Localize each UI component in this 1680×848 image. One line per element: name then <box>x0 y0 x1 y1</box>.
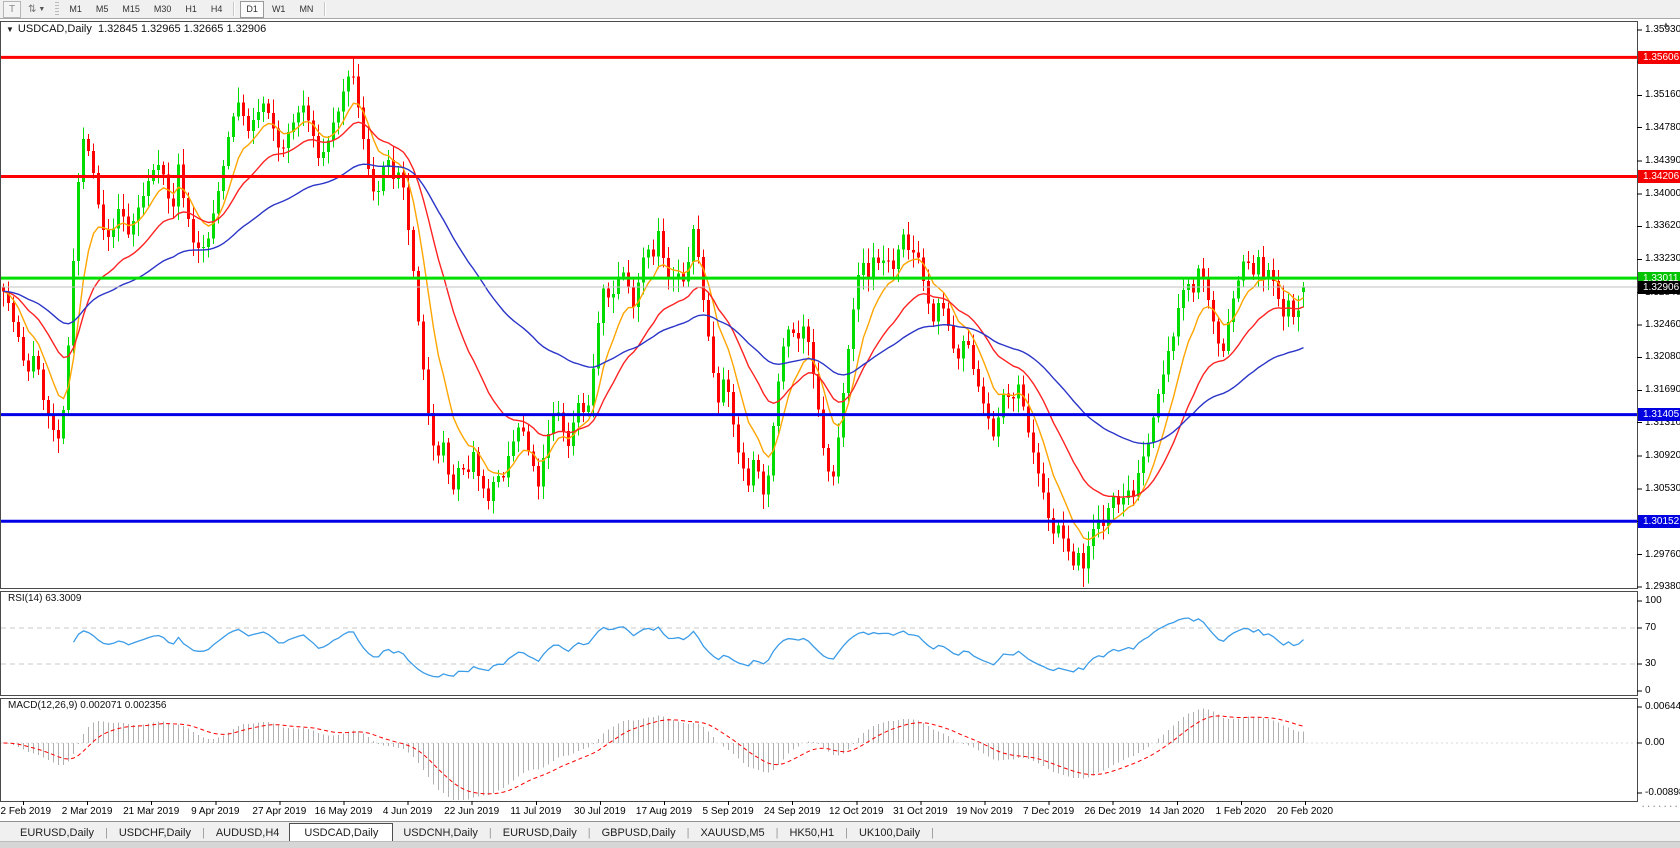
date-axis-label: 1 Feb 2020 <box>1215 806 1267 817</box>
price-axis-tick: 1.29380 <box>1645 580 1680 592</box>
price-badge-1.32906: 1.32906 <box>1638 280 1680 294</box>
price-axis-tick: 1.31690 <box>1645 384 1680 396</box>
price-axis-tick: 1.34000 <box>1645 187 1680 199</box>
tab-separator: | <box>931 827 934 839</box>
date-axis-label: 9 Apr 2019 <box>191 806 240 817</box>
chart-canvas[interactable] <box>0 0 1680 848</box>
chart-tab-eurusd-daily[interactable]: EURUSD,Daily <box>493 824 587 842</box>
scroll-up-icon[interactable]: ▲ <box>1662 20 1670 29</box>
date-axis-label: 24 Sep 2019 <box>763 806 821 817</box>
date-axis-label: 14 Jan 2020 <box>1149 806 1205 817</box>
price-axis-tick: 1.29760 <box>1645 548 1680 560</box>
chart-tab-xauusd-m5[interactable]: XAUUSD,M5 <box>690 824 774 842</box>
price-axis-tick: 1.35160 <box>1645 89 1680 101</box>
price-badge-1.35606: 1.35606 <box>1638 50 1680 64</box>
price-axis-tick: 1.34780 <box>1645 121 1680 133</box>
date-axis-label: 30 Jul 2019 <box>574 806 626 817</box>
chart-tab-eurusd-daily[interactable]: EURUSD,Daily <box>10 824 104 842</box>
date-axis-label: 27 Apr 2019 <box>252 806 307 817</box>
price-axis-tick: 1.34390 <box>1645 154 1680 166</box>
chart-tab-usdchf-daily[interactable]: USDCHF,Daily <box>109 824 201 842</box>
window-bottom-strip <box>0 841 1680 848</box>
date-axis-label: 31 Oct 2019 <box>893 806 948 817</box>
price-badge-1.30152: 1.30152 <box>1638 514 1680 528</box>
date-axis-label: 20 Feb 2020 <box>1276 806 1334 817</box>
price-badge-1.31405: 1.31405 <box>1638 408 1680 422</box>
macd-scale-label: 0.006448 <box>1645 701 1680 713</box>
chart-tab-usdcnh-daily[interactable]: USDCNH,Daily <box>393 824 488 842</box>
rsi-label: RSI(14) 63.3009 <box>8 593 82 604</box>
date-axis-label: 12 Feb 2019 <box>0 806 52 817</box>
rsi-scale-label: 70 <box>1645 622 1657 633</box>
chart-tab-audusd-h4[interactable]: AUDUSD,H4 <box>206 824 290 842</box>
macd-label: MACD(12,26,9) 0.002071 0.002356 <box>8 700 167 711</box>
terminal-window: T ⇅ ▼ M1 M5 M15 M30 H1 H4 D1 W1 MN ▼ USDCAD,Daily… <box>0 0 1680 848</box>
chart-tab-usdcad-daily[interactable]: USDCAD,Daily <box>289 823 394 842</box>
date-axis-label: 12 Oct 2019 <box>829 806 884 817</box>
price-axis-tick: 1.30920 <box>1645 449 1680 461</box>
price-axis-tick: 1.32080 <box>1645 351 1680 363</box>
date-axis-label: 19 Nov 2019 <box>956 806 1013 817</box>
date-axis-label: 26 Dec 2019 <box>1084 806 1142 817</box>
date-axis-label: 11 Jul 2019 <box>510 806 562 817</box>
price-axis-tick: 1.32460 <box>1645 318 1680 330</box>
macd-scale-label: 0.00 <box>1645 737 1665 748</box>
price-axis-tick: 1.30530 <box>1645 483 1680 495</box>
date-axis-label: 16 May 2019 <box>314 806 373 817</box>
resize-grip-dots: ．．．．．．．． <box>1641 799 1680 809</box>
rsi-scale-label: 30 <box>1645 658 1657 669</box>
chart-tab-hk50-h1[interactable]: HK50,H1 <box>779 824 844 842</box>
chart-tab-gbpusd-daily[interactable]: GBPUSD,Daily <box>592 824 686 842</box>
date-axis-label: 21 Mar 2019 <box>123 806 180 817</box>
date-axis-label: 4 Jun 2019 <box>382 806 433 817</box>
date-axis-label: 2 Mar 2019 <box>61 806 113 817</box>
date-axis-label: 5 Sep 2019 <box>702 806 754 817</box>
rsi-scale-label: 0 <box>1645 685 1651 696</box>
date-axis-label: 17 Aug 2019 <box>635 806 693 817</box>
chart-tab-uk100-daily[interactable]: UK100,Daily <box>849 824 930 842</box>
chart-tab-bar: EURUSD,Daily | USDCHF,Daily | AUDUSD,H4 USDCA… <box>0 821 1680 842</box>
price-axis-tick: 1.33620 <box>1645 220 1680 232</box>
price-axis-tick: 1.33230 <box>1645 253 1680 265</box>
date-axis-label: 7 Dec 2019 <box>1023 806 1075 817</box>
rsi-scale-label: 100 <box>1645 595 1662 606</box>
price-badge-1.34206: 1.34206 <box>1638 169 1680 183</box>
date-axis-label: 22 Jun 2019 <box>444 806 500 817</box>
